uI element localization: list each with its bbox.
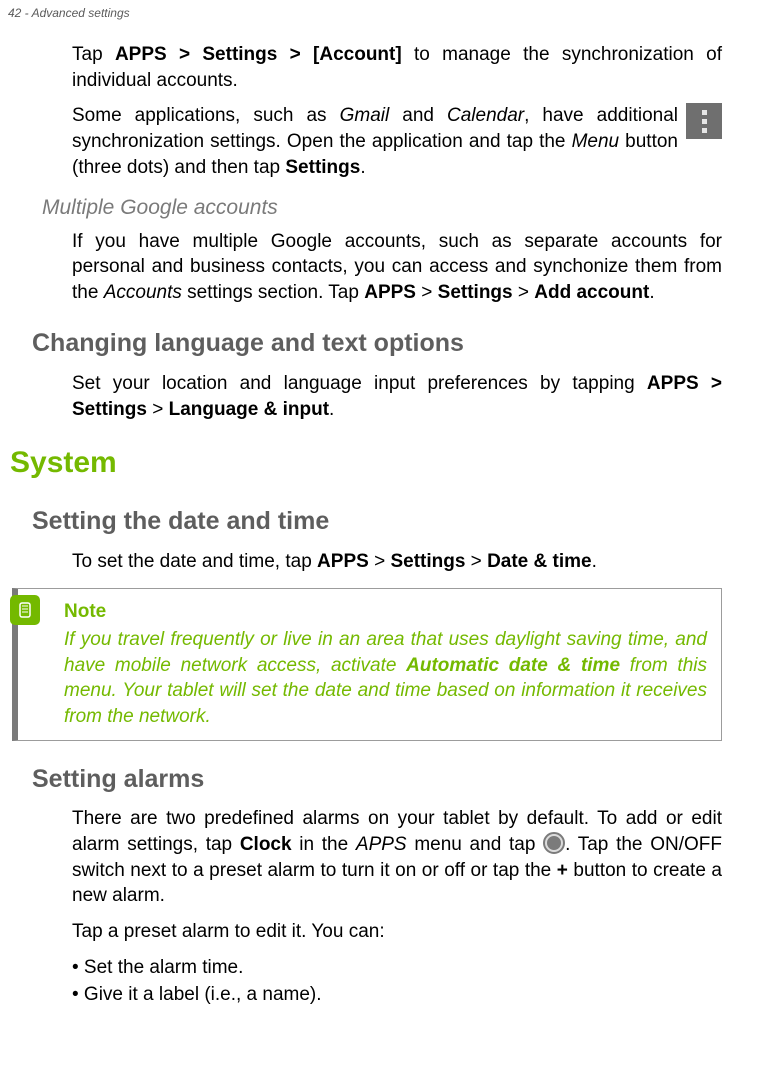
note-bold-italic: Automatic date & time (406, 655, 620, 676)
heading-system: System (10, 443, 722, 484)
text: Set your location and language input pre… (72, 373, 647, 394)
italic-calendar: Calendar (447, 105, 524, 126)
italic-apps: APPS (356, 834, 407, 855)
bullet-alarm-time: • Set the alarm time. (72, 955, 722, 981)
bold-apps: APPS (364, 282, 416, 303)
text: > (465, 551, 487, 572)
text: menu and tap (407, 834, 543, 855)
bullet-alarm-label: • Give it a label (i.e., a name). (72, 982, 722, 1008)
menu-icon-dots (702, 110, 707, 133)
bold-settings: Settings (390, 551, 465, 572)
heading-language: Changing language and text options (32, 327, 722, 361)
text: settings section. Tap (182, 282, 364, 303)
text: . (329, 399, 334, 420)
bold-settings: Settings (438, 282, 513, 303)
italic-menu: Menu (572, 131, 620, 152)
heading-alarms: Setting alarms (32, 763, 722, 797)
page: 42 - Advanced settings Tap APPS > Settin… (0, 0, 770, 1083)
note-body: If you travel frequently or live in an a… (64, 627, 707, 730)
paragraph-app-sync: Some applications, such as Gmail and Cal… (72, 103, 722, 180)
bold-apps: APPS (317, 551, 369, 572)
page-content: Tap APPS > Settings > [Account] to manag… (0, 20, 770, 1008)
bold-settings: Settings (285, 157, 360, 178)
bold-clock: Clock (240, 834, 292, 855)
text: and (389, 105, 447, 126)
paragraph-date-time: To set the date and time, tap APPS > Set… (72, 549, 722, 575)
text: To set the date and time, tap (72, 551, 317, 572)
italic-gmail: Gmail (340, 105, 390, 126)
text: Tap (72, 44, 115, 65)
text: > (416, 282, 438, 303)
bold-add-account: Add account (534, 282, 649, 303)
path-bold: APPS > Settings > [Account] (115, 44, 402, 65)
paragraph-multi-google: If you have multiple Google accounts, su… (72, 229, 722, 306)
heading-date-time: Setting the date and time (32, 505, 722, 539)
note-icon (10, 595, 40, 625)
text: . (649, 282, 654, 303)
paragraph-language: Set your location and language input pre… (72, 371, 722, 422)
text: in the (292, 834, 356, 855)
text: > (147, 399, 169, 420)
text: > (513, 282, 535, 303)
note-inner: Note If you travel frequently or live in… (64, 599, 707, 729)
text: . (592, 551, 597, 572)
italic-accounts: Accounts (104, 282, 182, 303)
text: Some applications, such as (72, 105, 340, 126)
bold-date-time: Date & time (487, 551, 592, 572)
text: > (369, 551, 391, 572)
paragraph-edit-alarm: Tap a preset alarm to edit it. You can: (72, 919, 722, 945)
menu-icon (686, 103, 722, 139)
paragraph-sync-account: Tap APPS > Settings > [Account] to manag… (72, 42, 722, 93)
page-header: 42 - Advanced settings (0, 0, 770, 20)
note-title: Note (64, 599, 707, 625)
bold-plus: + (557, 860, 568, 881)
alarm-clock-icon (543, 832, 565, 854)
note-box: Note If you travel frequently or live in… (12, 588, 722, 740)
heading-multiple-google: Multiple Google accounts (42, 194, 722, 222)
paragraph-alarms: There are two predefined alarms on your … (72, 806, 722, 909)
text: . (360, 157, 365, 178)
bold-language-input: Language & input (169, 399, 329, 420)
